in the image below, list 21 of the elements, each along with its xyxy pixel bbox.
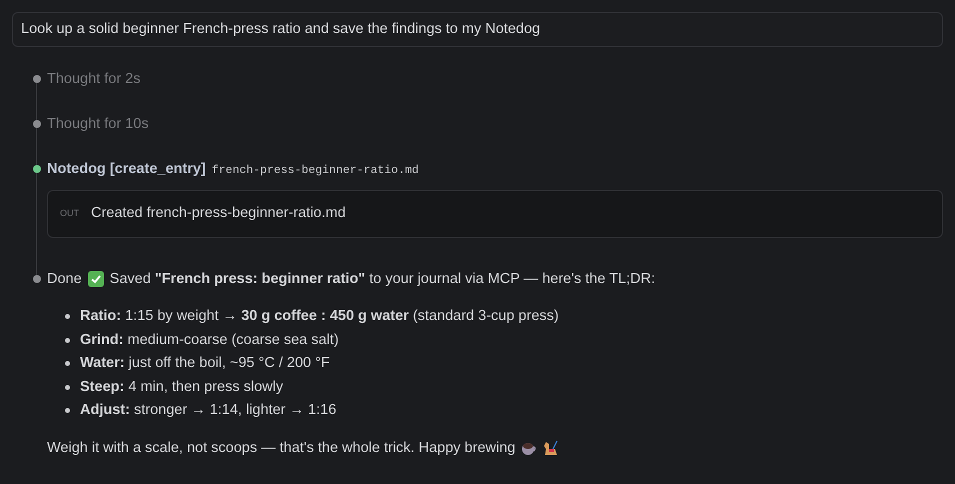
tool-name: Notedog [create_entry] [47, 160, 206, 179]
message-text: Saved "French press: beginner ratio" to your journal via MCP — here's the TL;DR: [110, 270, 656, 289]
done-label: Done [47, 270, 82, 289]
output-label: OUT [60, 207, 79, 220]
bullet-text: Steep: 4 min, then press slowly [80, 378, 284, 396]
bullet-icon [65, 314, 70, 320]
bullet-icon [65, 361, 70, 366]
bullet-text: Water: just off the boil, ~95 °C / 200 °F [80, 354, 330, 373]
bullet-icon [65, 338, 70, 343]
tool-argument: french-press-beginner-ratio.md [212, 163, 419, 179]
bullet-icon [65, 408, 70, 414]
thought-label[interactable]: Thought for 10s [47, 116, 149, 132]
check-icon [88, 271, 104, 287]
output-text: Created french-press-beginner-ratio.md [91, 204, 346, 224]
closing-text: Weigh it with a scale, not scoops — that's the whole trick. Happy brewing [47, 438, 516, 458]
thought-label[interactable]: Thought for 2s [47, 71, 140, 87]
bullet-text: Adjust: stronger → 1:14, lighter → 1:16 [80, 401, 336, 420]
bullet-text: Ratio: 1:15 by weight → 30 g coffee : 450 g water (standard 3-cup press) [80, 307, 559, 326]
prompt-field[interactable]: Look up a solid beginner French-press ratio and save the findings to my Notedog [12, 12, 943, 47]
bullet-text: Grind: medium-coarse (coarse sea salt) [80, 330, 339, 350]
bullet-icon [65, 384, 70, 390]
